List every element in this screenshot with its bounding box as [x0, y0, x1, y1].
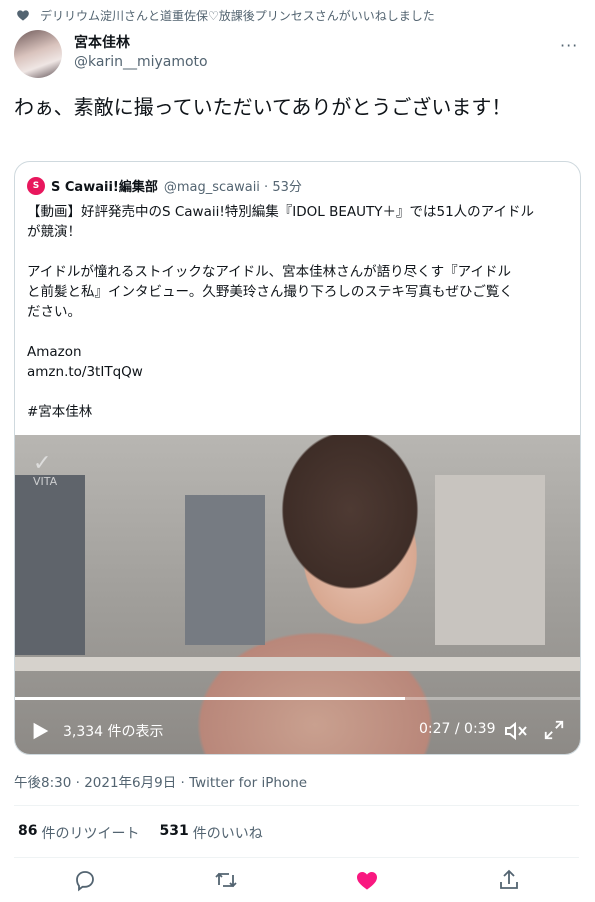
divider	[14, 857, 579, 858]
heart-icon	[17, 10, 29, 21]
retweet-icon[interactable]	[214, 868, 238, 892]
quoted-line: ださい。	[27, 304, 81, 320]
quoted-link[interactable]: amzn.to/3tITqQw	[27, 362, 569, 382]
quoted-text: 【動画】好評発売中のS Cawaii!特別編集『IDOL BEAUTY＋』では5…	[27, 202, 569, 422]
video-watermark-text: VITA	[33, 475, 58, 488]
tweet-timestamp[interactable]: 午後8:30 · 2021年6月9日 · Twitter for iPhone	[14, 771, 307, 791]
video-progress-fill	[15, 697, 405, 700]
share-icon[interactable]	[497, 868, 521, 892]
video-player[interactable]: ✓ VITA 3,334 件の表示 0:27 / 0:39	[15, 435, 580, 754]
reply-icon[interactable]	[73, 868, 97, 892]
quoted-hashtag[interactable]: #宮本佳林	[27, 402, 569, 422]
retweet-count[interactable]: 86	[18, 823, 37, 843]
quoted-avatar[interactable]: S	[27, 176, 45, 195]
tweet-author[interactable]: 宮本佳林 @karin__miyamoto	[14, 30, 208, 78]
mute-icon[interactable]	[503, 719, 529, 743]
vita-logo-icon: ✓	[33, 451, 52, 476]
view-count: 3,334 件の表示	[63, 724, 164, 740]
quoted-line: Amazon	[27, 344, 82, 360]
quoted-line: アイドルが憧れるストイックなアイドル、宮本佳林さんが語り尽くす『アイドル	[27, 264, 511, 280]
video-background	[15, 475, 85, 655]
like-count[interactable]: 531	[159, 823, 188, 843]
retweet-label[interactable]: 件のリツイート	[41, 823, 139, 843]
author-display-name[interactable]: 宮本佳林	[74, 34, 208, 52]
avatar[interactable]	[14, 30, 62, 78]
tweet-stats: 86 件のリツイート 531 件のいいね	[18, 823, 263, 843]
social-context[interactable]: デリリウム淀川さんと道重佐保♡放課後プリンセスさんがいいねしました	[16, 6, 435, 24]
divider	[14, 805, 579, 806]
video-background	[15, 657, 580, 671]
quoted-tweet[interactable]: S S Cawaii!編集部 @mag_scawaii · 53分 【動画】好評…	[14, 161, 581, 755]
like-label[interactable]: 件のいいね	[193, 823, 263, 843]
quoted-line: と前髪と私』インタビュー。久野美玲さん撮り下ろしのステキ写真もぜひご覧く	[27, 284, 513, 300]
play-icon[interactable]	[29, 720, 51, 742]
video-progress-bar[interactable]	[15, 697, 580, 700]
more-options-icon[interactable]: ···	[560, 36, 578, 55]
tweet-actions	[0, 868, 595, 898]
video-background	[435, 475, 545, 645]
video-time: 0:27 / 0:39	[419, 721, 496, 737]
like-icon[interactable]	[355, 868, 379, 892]
video-background	[185, 495, 265, 645]
quoted-handle-time[interactable]: @mag_scawaii · 53分	[164, 176, 302, 195]
author-handle[interactable]: @karin__miyamoto	[74, 52, 208, 72]
video-watermark: ✓ VITA	[33, 451, 58, 489]
quoted-display-name[interactable]: S Cawaii!編集部	[51, 176, 158, 195]
fullscreen-icon[interactable]	[543, 719, 565, 741]
social-context-text: デリリウム淀川さんと道重佐保♡放課後プリンセスさんがいいねしました	[40, 8, 435, 23]
tweet-text: わぁ、素敵に撮っていただいてありがとうございます！	[14, 95, 512, 119]
quoted-line: が競演！	[27, 224, 81, 240]
quoted-line: 【動画】好評発売中のS Cawaii!特別編集『IDOL BEAUTY＋』では5…	[27, 204, 535, 220]
